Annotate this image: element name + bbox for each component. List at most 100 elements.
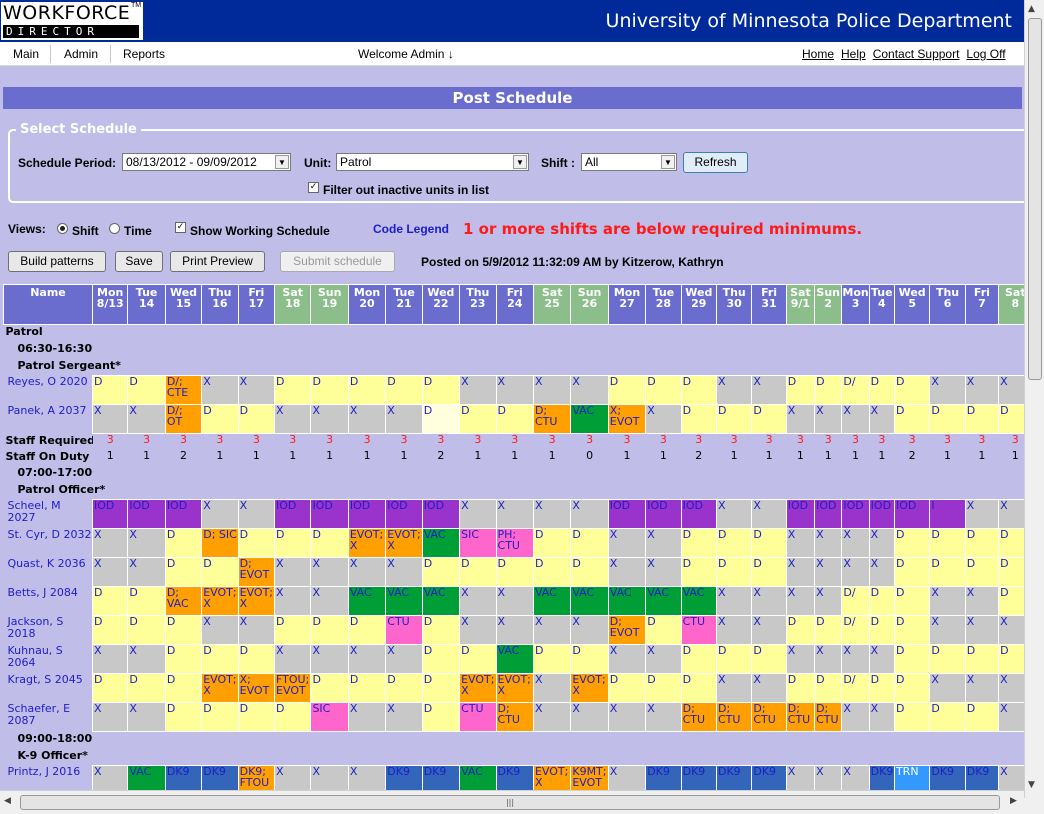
schedule-cell[interactable]: X xyxy=(495,615,534,645)
schedule-cell[interactable]: EVOT; X xyxy=(237,586,276,616)
schedule-cell[interactable]: IOD xyxy=(127,499,166,529)
schedule-cell[interactable]: D xyxy=(385,375,423,405)
save-button[interactable]: Save xyxy=(115,251,163,272)
employee-name-link[interactable]: Printz, J 2016 xyxy=(4,766,93,791)
schedule-cell[interactable]: D xyxy=(347,375,387,405)
schedule-cell[interactable]: X xyxy=(347,557,387,587)
schedule-cell[interactable]: X xyxy=(495,499,534,529)
menu-reports[interactable]: Reports xyxy=(123,47,165,61)
schedule-cell[interactable]: X xyxy=(998,615,1024,645)
schedule-cell[interactable]: D/ xyxy=(841,586,870,616)
schedule-cell[interactable]: D xyxy=(680,557,717,587)
schedule-cell[interactable]: VAC xyxy=(570,586,609,616)
employee-name-link[interactable]: Panek, A 2037 xyxy=(4,405,93,434)
schedule-cell[interactable]: DK9 xyxy=(715,765,753,790)
schedule-cell[interactable]: D xyxy=(751,404,787,434)
schedule-cell[interactable]: D xyxy=(680,375,717,405)
employee-name-link[interactable]: Betts, J 2084 xyxy=(4,587,93,616)
schedule-cell[interactable]: X xyxy=(645,528,682,558)
schedule-cell[interactable]: D xyxy=(421,557,461,587)
schedule-cell[interactable]: D xyxy=(751,557,787,587)
schedule-cell[interactable]: D xyxy=(274,702,312,732)
schedule-cell[interactable]: D xyxy=(998,404,1024,434)
schedule-cell[interactable]: X xyxy=(274,557,312,587)
schedule-cell[interactable]: X xyxy=(814,765,843,790)
schedule-cell[interactable]: D xyxy=(127,375,166,405)
schedule-cell[interactable]: X xyxy=(274,404,312,434)
help-link[interactable]: Help xyxy=(841,47,866,61)
schedule-cell[interactable]: D xyxy=(164,673,203,703)
schedule-cell[interactable]: X xyxy=(929,375,966,405)
schedule-cell[interactable]: X xyxy=(998,765,1024,790)
schedule-cell[interactable]: D xyxy=(893,673,931,703)
schedule-cell[interactable]: D xyxy=(893,586,931,616)
schedule-cell[interactable]: X xyxy=(751,499,787,529)
schedule-cell[interactable]: X xyxy=(310,586,349,616)
schedule-cell[interactable]: X xyxy=(715,586,753,616)
horizontal-scrollbar[interactable]: ◀ ||| ▶ xyxy=(0,790,1024,814)
schedule-cell[interactable]: X xyxy=(929,673,966,703)
schedule-cell[interactable]: D xyxy=(164,702,203,732)
schedule-cell[interactable]: VAC xyxy=(421,586,461,616)
schedule-cell[interactable]: X xyxy=(237,499,276,529)
schedule-cell[interactable]: IOD xyxy=(421,499,461,529)
schedule-cell[interactable]: DK9 xyxy=(868,765,895,790)
schedule-cell[interactable]: D xyxy=(680,673,717,703)
schedule-cell[interactable]: D xyxy=(237,644,276,674)
employee-name-link[interactable]: Kuhnau, S 2064 xyxy=(4,645,93,674)
schedule-cell[interactable]: D xyxy=(164,644,203,674)
schedule-cell[interactable]: D xyxy=(893,644,931,674)
schedule-cell[interactable]: X xyxy=(570,499,609,529)
schedule-cell[interactable]: X xyxy=(785,586,816,616)
schedule-cell[interactable]: X xyxy=(841,528,870,558)
schedule-cell[interactable]: D xyxy=(495,404,534,434)
schedule-cell[interactable]: FTOU; EVOT xyxy=(274,673,312,703)
schedule-cell[interactable]: D xyxy=(164,557,203,587)
schedule-cell[interactable]: VAC xyxy=(421,528,461,558)
code-legend-link[interactable]: Code Legend xyxy=(373,222,449,236)
view-time-radio[interactable] xyxy=(109,223,120,234)
schedule-cell[interactable]: X xyxy=(532,702,572,732)
menu-admin[interactable]: Admin xyxy=(64,47,98,61)
schedule-cell[interactable]: D xyxy=(893,615,931,645)
schedule-cell[interactable]: K9MT; EVOT xyxy=(570,765,609,790)
schedule-cell[interactable]: X xyxy=(841,702,870,732)
schedule-cell[interactable]: D xyxy=(570,557,609,587)
schedule-cell[interactable]: X xyxy=(274,644,312,674)
schedule-cell[interactable]: X xyxy=(532,673,572,703)
schedule-cell[interactable]: X xyxy=(868,404,895,434)
schedule-cell[interactable]: SIC xyxy=(459,528,497,558)
schedule-cell[interactable]: X xyxy=(347,404,387,434)
schedule-cell[interactable]: D xyxy=(998,586,1024,616)
schedule-cell[interactable]: X xyxy=(929,586,966,616)
schedule-cell[interactable]: X xyxy=(347,765,387,790)
schedule-cell[interactable]: X xyxy=(532,375,572,405)
schedule-cell[interactable]: X xyxy=(91,765,129,790)
schedule-cell[interactable]: D xyxy=(310,528,349,558)
schedule-cell[interactable]: D xyxy=(964,702,1000,732)
schedule-cell[interactable]: IOD xyxy=(680,499,717,529)
schedule-cell[interactable]: X xyxy=(91,702,129,732)
schedule-cell[interactable]: D xyxy=(715,557,753,587)
schedule-cell[interactable]: DK9 xyxy=(495,765,534,790)
schedule-cell[interactable]: D; CTU xyxy=(751,702,787,732)
schedule-cell[interactable]: X xyxy=(459,586,497,616)
schedule-cell[interactable]: X xyxy=(459,499,497,529)
schedule-cell[interactable]: X xyxy=(929,615,966,645)
schedule-cell[interactable]: D xyxy=(274,615,312,645)
schedule-cell[interactable]: D xyxy=(929,702,966,732)
schedule-cell[interactable]: D xyxy=(347,615,387,645)
schedule-cell[interactable]: IOD xyxy=(607,499,647,529)
schedule-cell[interactable]: D xyxy=(421,375,461,405)
schedule-cell[interactable]: D xyxy=(532,557,572,587)
schedule-cell[interactable]: D/ xyxy=(841,375,870,405)
schedule-cell[interactable]: X xyxy=(785,557,816,587)
schedule-cell[interactable]: X xyxy=(495,375,534,405)
schedule-cell[interactable]: D xyxy=(814,615,843,645)
schedule-cell[interactable]: D xyxy=(929,557,966,587)
schedule-cell[interactable]: D/ xyxy=(841,673,870,703)
schedule-cell[interactable]: X xyxy=(841,765,870,790)
schedule-cell[interactable]: D xyxy=(91,586,129,616)
schedule-cell[interactable]: X xyxy=(570,375,609,405)
schedule-cell[interactable]: X xyxy=(868,557,895,587)
